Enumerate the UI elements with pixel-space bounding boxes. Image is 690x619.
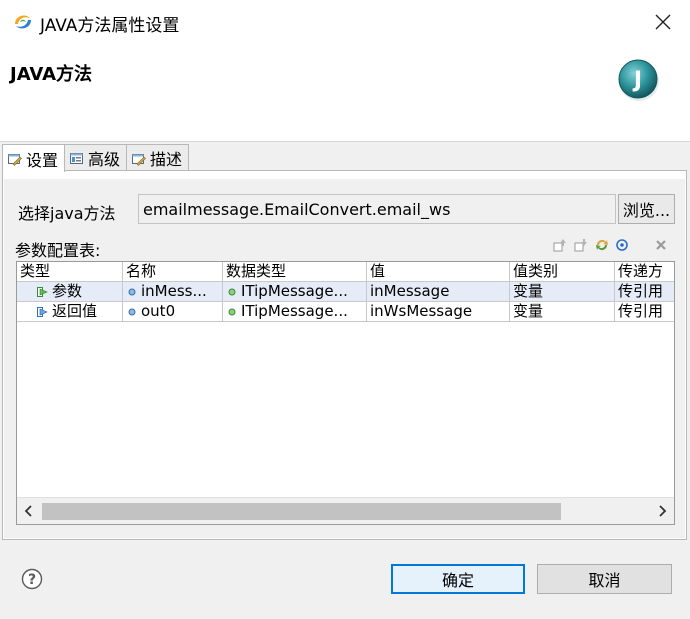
tab-description-label: 描述 xyxy=(150,150,183,169)
tab-advanced[interactable]: 高级 xyxy=(64,144,128,171)
field-dot-icon xyxy=(128,288,136,295)
close-button[interactable] xyxy=(652,11,674,33)
description-tab-icon xyxy=(132,153,146,166)
row-type-label: 返回值 xyxy=(52,302,98,320)
params-table: 类型 名称 数据类型 值 值类别 传递方 参数 inMess... ITipMe… xyxy=(16,261,675,525)
type-dot-icon xyxy=(228,288,236,295)
tab-bar: 设置 高级 描述 xyxy=(2,144,190,172)
refresh-icon[interactable] xyxy=(595,238,609,252)
cell-type: 参数 xyxy=(17,282,123,302)
column-header-type[interactable]: 类型 xyxy=(17,262,123,282)
header-banner: JAVA方法 J xyxy=(0,44,690,142)
horizontal-scrollbar[interactable] xyxy=(17,497,674,524)
java-j-logo: J xyxy=(618,59,659,101)
delete-icon[interactable] xyxy=(654,238,668,252)
method-label: 选择java方法 xyxy=(18,204,116,223)
column-header-datatype[interactable]: 数据类型 xyxy=(223,262,367,282)
scroll-right-button[interactable] xyxy=(650,498,674,524)
tab-description[interactable]: 描述 xyxy=(126,144,190,171)
move-up-icon[interactable] xyxy=(553,238,567,252)
table-row[interactable]: 返回值 out0 ITipMessage... inWsMessage 变量 传… xyxy=(17,302,674,322)
row-type-label: 参数 xyxy=(52,282,83,300)
cell-datatype: ITipMessage... xyxy=(223,282,367,302)
window-title: JAVA方法属性设置 xyxy=(40,16,180,36)
app-swirl-icon xyxy=(12,11,34,33)
scroll-left-button[interactable] xyxy=(17,498,41,524)
cancel-button[interactable]: 取消 xyxy=(537,564,672,594)
column-header-pass[interactable]: 传递方 xyxy=(615,262,674,282)
cell-value[interactable]: inMessage xyxy=(367,282,510,302)
chevron-right-icon xyxy=(659,505,667,517)
row-name: out0 xyxy=(141,302,176,320)
browse-button[interactable]: 浏览... xyxy=(618,194,675,224)
cell-datatype: ITipMessage... xyxy=(223,302,367,322)
tab-settings[interactable]: 设置 xyxy=(2,144,66,172)
cell-pass[interactable]: 传引用 xyxy=(615,302,674,322)
type-dot-icon xyxy=(228,308,236,315)
row-datatype: ITipMessage... xyxy=(241,282,348,300)
svg-text:?: ? xyxy=(28,572,36,588)
cell-pass[interactable]: 传引用 xyxy=(615,282,674,302)
title-bar: JAVA方法属性设置 xyxy=(0,0,690,44)
scroll-thumb[interactable] xyxy=(42,503,561,520)
params-table-label: 参数配置表: xyxy=(15,241,101,260)
advanced-tab-icon xyxy=(70,152,84,164)
column-header-name[interactable]: 名称 xyxy=(123,262,223,282)
add-param-icon[interactable] xyxy=(615,238,629,252)
row-datatype: ITipMessage... xyxy=(241,302,348,320)
chevron-left-icon xyxy=(24,505,32,517)
cell-value-kind[interactable]: 变量 xyxy=(510,282,615,302)
field-dot-icon xyxy=(128,308,136,315)
cell-name: inMess... xyxy=(123,282,223,302)
method-input[interactable] xyxy=(138,194,616,224)
ok-button[interactable]: 确定 xyxy=(391,564,525,594)
cell-name: out0 xyxy=(123,302,223,322)
table-header: 类型 名称 数据类型 值 值类别 传递方 xyxy=(17,262,674,282)
move-down-icon[interactable] xyxy=(574,238,588,252)
return-out-icon xyxy=(37,306,48,317)
tab-advanced-label: 高级 xyxy=(88,150,121,169)
java-logo-letter: J xyxy=(632,68,642,93)
cell-type: 返回值 xyxy=(17,302,123,322)
row-name: inMess... xyxy=(141,282,207,300)
param-in-icon xyxy=(37,286,48,297)
table-row[interactable]: 参数 inMess... ITipMessage... inMessage 变量… xyxy=(17,282,674,302)
cell-value-kind[interactable]: 变量 xyxy=(510,302,615,322)
banner-title: JAVA方法 xyxy=(10,64,93,85)
column-header-value-kind[interactable]: 值类别 xyxy=(510,262,615,282)
settings-tab-icon xyxy=(8,154,22,166)
close-icon xyxy=(655,14,671,30)
tab-settings-label: 设置 xyxy=(26,150,59,170)
column-header-value[interactable]: 值 xyxy=(367,262,510,282)
cell-value[interactable]: inWsMessage xyxy=(367,302,510,322)
help-icon[interactable]: ? xyxy=(21,568,43,590)
